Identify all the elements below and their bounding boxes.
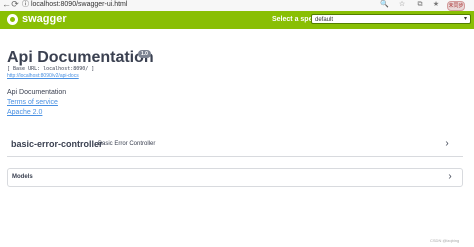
models-section[interactable]: Models › (7, 168, 463, 187)
favorites-icon[interactable]: ★ (432, 0, 440, 10)
brand-name[interactable]: swagger (22, 13, 67, 26)
base-url: [ Base URL: localhost:8090/ ] (7, 66, 95, 72)
swagger-topbar: swagger Select a spec default ▾ (0, 11, 474, 29)
models-title: Models (12, 174, 33, 180)
tag-name: basic-error-controller (11, 139, 103, 149)
tag-description: Basic Error Controller (98, 141, 156, 147)
license-link[interactable]: Apache 2.0 (7, 108, 42, 117)
chevron-down-icon: ▾ (463, 16, 467, 22)
page-title: Api Documentation (7, 49, 154, 66)
spec-select-value: default (315, 17, 334, 23)
terms-of-service-link[interactable]: Terms of service (7, 98, 58, 107)
address-bar[interactable]: ⓘ localhost:8090/swagger-ui.html (22, 0, 127, 11)
watermark: CSDN @lzqbing (430, 238, 460, 243)
chevron-right-icon[interactable]: › (444, 139, 450, 149)
chevron-right-icon[interactable]: › (447, 172, 453, 182)
tab-icon[interactable]: ⧉ (416, 0, 424, 10)
spec-select-label: Select a spec (272, 16, 317, 23)
spec-select[interactable]: default ▾ (311, 14, 471, 24)
profile-button[interactable]: 未同步 (447, 1, 465, 11)
info-description: Api Documentation (7, 89, 67, 96)
back-icon[interactable]: ← (2, 0, 11, 10)
tag-section-basic-error-controller[interactable]: basic-error-controller Basic Error Contr… (7, 135, 463, 157)
star-icon[interactable]: ☆ (398, 0, 406, 10)
swagger-logo-icon[interactable] (7, 14, 18, 25)
reload-icon[interactable]: ⟳ (11, 0, 19, 10)
version-badge: 1.0 (138, 50, 151, 58)
zoom-icon[interactable]: 🔍 (380, 0, 389, 10)
api-docs-link[interactable]: http://localhost:8090/v2/api-docs (7, 73, 79, 79)
